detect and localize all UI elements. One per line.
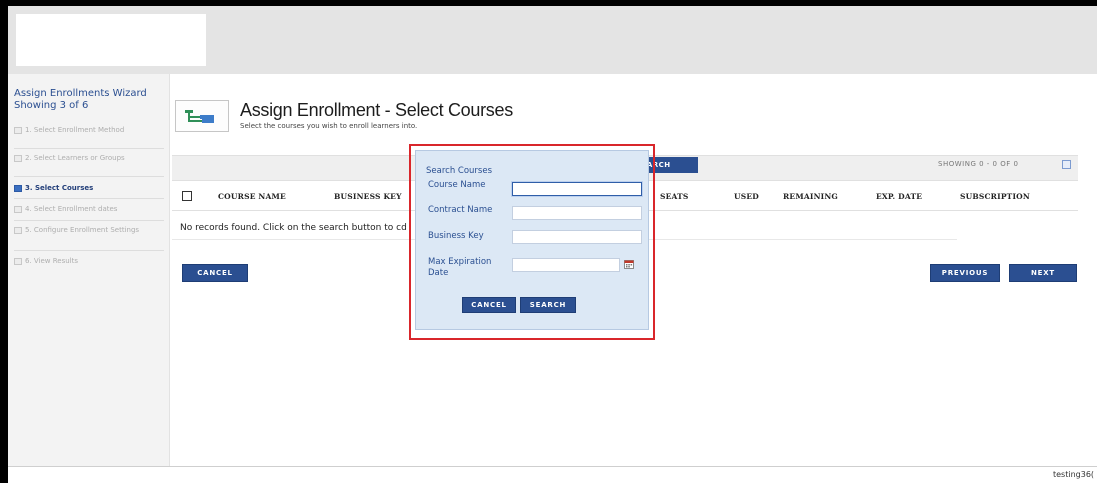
column-subscription[interactable]: SUBSCRIPTION	[960, 192, 1030, 201]
wizard-title: Assign Enrollments Wizard	[14, 88, 147, 99]
previous-button[interactable]: PREVIOUS	[930, 264, 1000, 282]
step-divider	[14, 198, 164, 199]
wizard-step-label: 3. Select Courses	[25, 184, 94, 192]
wizard-step-label: 4. Select Enrollment dates	[25, 205, 118, 213]
step-check-icon	[14, 127, 22, 134]
page-title: Assign Enrollment - Select Courses	[240, 100, 513, 120]
step-divider	[14, 220, 164, 221]
column-seats[interactable]: SEATS	[660, 192, 689, 201]
wizard-step-label: 6. View Results	[25, 257, 79, 265]
wizard-step-1[interactable]: 1. Select Enrollment Method	[14, 126, 164, 135]
step-divider	[14, 250, 164, 251]
header-band	[8, 6, 1097, 74]
column-course-name[interactable]: COURSE NAME	[218, 192, 286, 201]
highlight-annotation-box	[409, 144, 655, 340]
step-check-icon	[14, 155, 22, 162]
wizard-step-label: 2. Select Learners or Groups	[25, 154, 125, 162]
step-divider	[14, 176, 164, 177]
select-all-checkbox[interactable]	[182, 191, 192, 201]
no-records-message: No records found. Click on the search bu…	[180, 223, 407, 233]
step-active-icon	[14, 185, 22, 192]
step-check-icon	[14, 206, 22, 213]
export-icon[interactable]	[1062, 160, 1071, 169]
wizard-step-4[interactable]: 4. Select Enrollment dates	[14, 205, 164, 214]
column-business-key[interactable]: BUSINESS KEY	[334, 192, 402, 201]
wizard-step-label: 5. Configure Enrollment Settings	[25, 226, 140, 234]
wizard-step-3[interactable]: 3. Select Courses	[14, 184, 164, 193]
column-used[interactable]: USED	[734, 192, 759, 201]
wizard-progress: Showing 3 of 6	[14, 100, 89, 111]
logo-placeholder	[16, 14, 206, 66]
cancel-button[interactable]: CANCEL	[182, 264, 248, 282]
step-divider	[14, 148, 164, 149]
wizard-step-6[interactable]: 6. View Results	[14, 257, 164, 266]
page-subtitle: Select the courses you wish to enroll le…	[240, 122, 418, 130]
wizard-step-label: 1. Select Enrollment Method	[25, 126, 125, 134]
step-check-icon	[14, 227, 22, 234]
step-check-icon	[14, 258, 22, 265]
wizard-sidebar: Assign Enrollments Wizard Showing 3 of 6…	[8, 74, 170, 466]
wizard-step-5[interactable]: 5. Configure Enrollment Settings	[14, 226, 164, 235]
column-remaining[interactable]: REMAINING	[783, 192, 838, 201]
wizard-title-block: Assign Enrollments Wizard Showing 3 of 6	[14, 88, 164, 112]
footer-divider	[8, 466, 1097, 467]
enrollment-tree-icon	[175, 100, 229, 132]
grid-showing-count: SHOWING 0 - 0 OF 0	[938, 160, 1019, 168]
footer-status-text: testing36(	[1053, 470, 1095, 479]
column-exp-date[interactable]: EXP. DATE	[876, 192, 922, 201]
next-button[interactable]: NEXT	[1009, 264, 1077, 282]
wizard-step-2[interactable]: 2. Select Learners or Groups	[14, 154, 164, 163]
